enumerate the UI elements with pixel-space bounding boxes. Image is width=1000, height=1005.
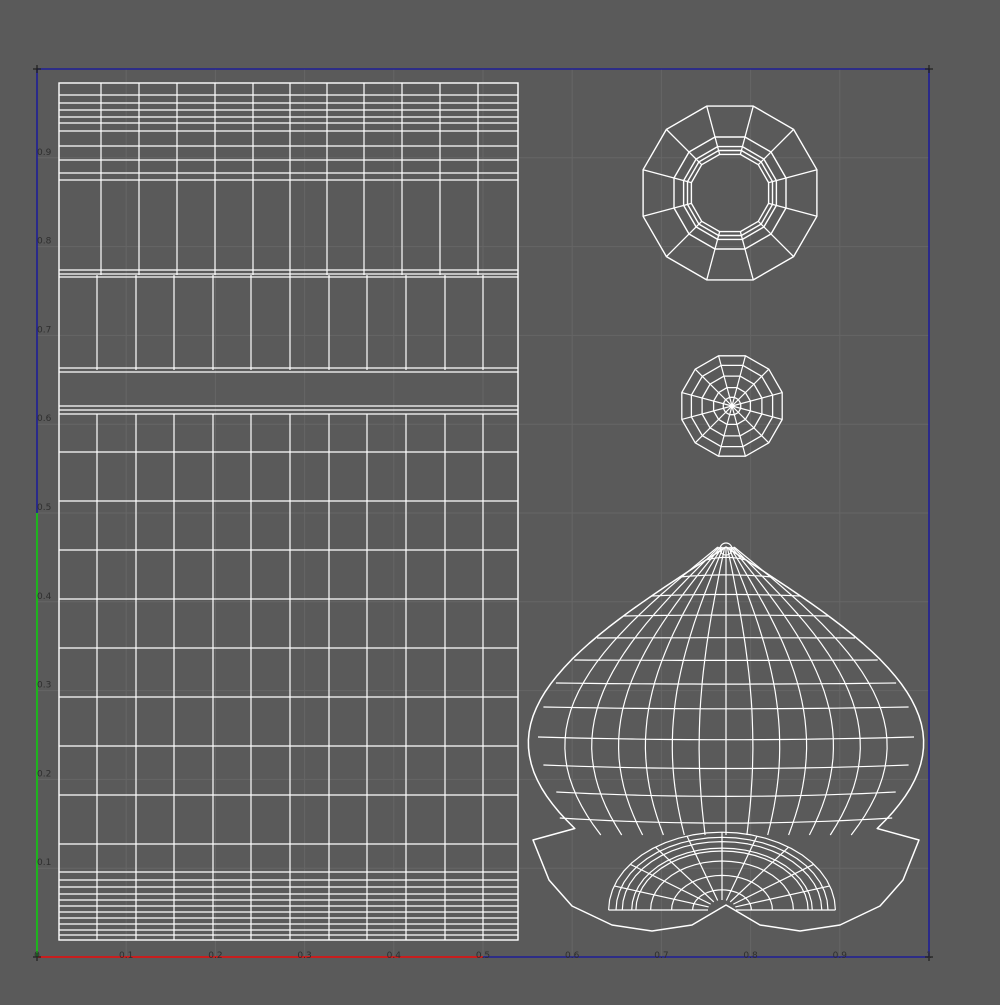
background	[0, 0, 1000, 1000]
uv-canvas[interactable]: 0 0.1 0.2 0.3 0.4 0.5 0.6 0.7 0.8 0.9 1 0.1 0.2 0.3 0…	[0, 0, 1000, 1000]
y-tick-label: 0.7	[37, 325, 51, 335]
x-tick-label: 0.3	[297, 951, 311, 961]
x-tick-label: 0.9	[833, 951, 848, 961]
y-tick-label: 0.3	[37, 681, 51, 691]
x-tick-label: 0.2	[208, 951, 222, 961]
x-tick-label: 0	[34, 951, 40, 961]
y-tick-label: 0.2	[37, 769, 51, 779]
x-tick-label: 0.1	[119, 951, 133, 961]
y-tick-label: 0.1	[37, 858, 51, 868]
x-tick-label: 1	[926, 951, 932, 961]
y-tick-label: 0.8	[37, 237, 52, 247]
x-tick-label: 0.8	[743, 951, 758, 961]
x-tick-label: 0.6	[565, 951, 580, 961]
uv-editor-viewport[interactable]: 0 0.1 0.2 0.3 0.4 0.5 0.6 0.7 0.8 0.9 1 0.1 0.2 0.3 0…	[0, 0, 1000, 1000]
x-tick-label: 0.4	[387, 951, 402, 961]
x-tick-label: 0.7	[654, 951, 668, 961]
y-tick-label: 0.5	[37, 503, 51, 513]
y-tick-label: 0.6	[37, 414, 52, 424]
y-tick-label: 0.9	[37, 148, 52, 158]
x-tick-label: 0.5	[476, 951, 490, 961]
y-tick-label: 0.4	[37, 592, 52, 602]
